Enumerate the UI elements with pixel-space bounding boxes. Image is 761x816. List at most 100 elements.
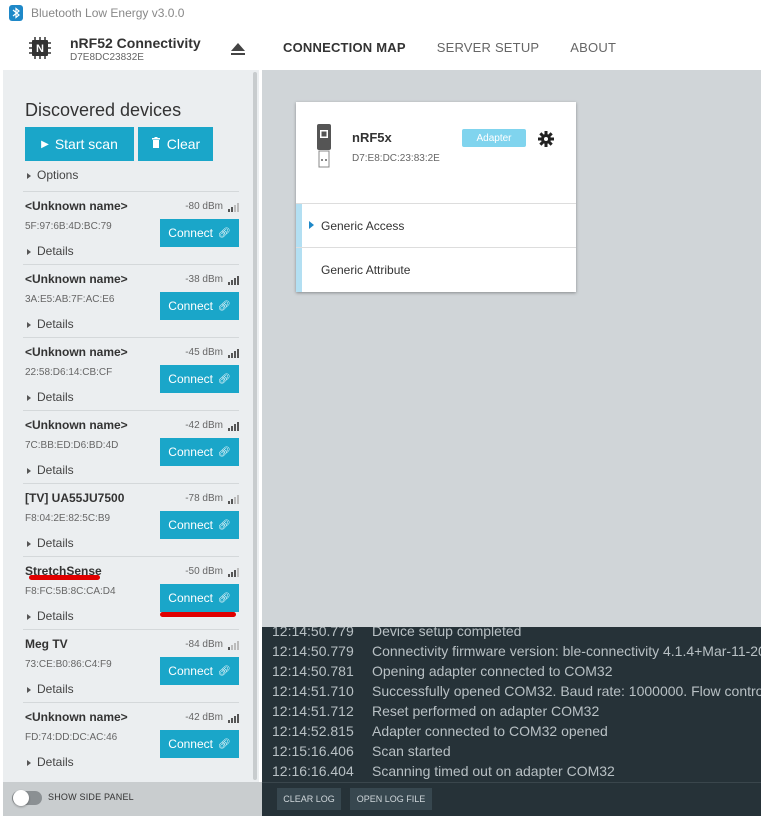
options-toggle[interactable]: Options xyxy=(27,168,78,182)
device-name: <Unknown name> xyxy=(25,418,128,432)
signal-strength-icon xyxy=(227,568,239,577)
connect-button[interactable]: Connect 🔗︎ xyxy=(160,657,239,685)
rssi-indicator: -42 dBm xyxy=(185,420,239,431)
signal-bar xyxy=(228,501,230,504)
device-name: <Unknown name> xyxy=(25,345,128,359)
details-toggle[interactable]: Details xyxy=(27,609,74,623)
title-bar: Bluetooth Low Energy v3.0.0 xyxy=(0,0,761,26)
adapter-card: nRF5x D7:E8:DC:23:83:2E Adapter Generic … xyxy=(296,102,576,292)
caret-right-icon xyxy=(27,540,31,547)
toggle-knob xyxy=(13,790,29,806)
caret-right-icon xyxy=(27,394,31,401)
clear-label: Clear xyxy=(166,136,201,152)
log-entry: 12:14:51.712 Reset performed on adapter C… xyxy=(272,703,599,719)
rssi-indicator: -42 dBm xyxy=(185,712,239,723)
open-log-file-button[interactable]: OPEN LOG FILE xyxy=(350,788,432,810)
connect-button[interactable]: Connect 🔗︎ xyxy=(160,219,239,247)
log-entry: 12:14:52.815 Adapter connected to COM32 o… xyxy=(272,723,608,739)
link-icon: 🔗︎ xyxy=(218,446,231,458)
details-label: Details xyxy=(37,609,74,623)
log-timestamp: 12:14:50.781 xyxy=(272,663,354,679)
log-message: Opening adapter connected to COM32 xyxy=(372,663,613,679)
device-item: <Unknown name> 3A:E5:AB:7F:AC:E6 -38 dBm Co… xyxy=(23,264,239,337)
signal-bar xyxy=(231,280,233,285)
tab-connection-map[interactable]: CONNECTION MAP xyxy=(283,40,406,55)
connection-map: nRF5x D7:E8:DC:23:83:2E Adapter Generic … xyxy=(262,70,761,627)
device-item: [TV] UA55JU7500 F8:04:2E:82:5C:B9 -78 dBm C… xyxy=(23,483,239,556)
connect-label: Connect xyxy=(168,226,213,240)
signal-bar xyxy=(231,718,233,723)
details-toggle[interactable]: Details xyxy=(27,755,74,769)
details-toggle[interactable]: Details xyxy=(27,390,74,404)
start-scan-button[interactable]: ▶ Start scan xyxy=(25,127,134,161)
connect-button[interactable]: Connect 🔗︎ xyxy=(160,511,239,539)
details-toggle[interactable]: Details xyxy=(27,317,74,331)
tab-about[interactable]: ABOUT xyxy=(570,40,616,55)
signal-bar xyxy=(231,353,233,358)
log-message: Device setup completed xyxy=(372,627,522,639)
device-address: 22:58:D6:14:CB:CF xyxy=(25,367,113,378)
device-item: Meg TV 73:CE:B0:86:C4:F9 -84 dBm Connect 🔗︎ D… xyxy=(23,629,239,702)
options-label: Options xyxy=(37,168,79,182)
signal-bar xyxy=(228,647,230,650)
signal-bar xyxy=(234,278,236,285)
link-icon: 🔗︎ xyxy=(218,592,231,604)
link-icon: 🔗︎ xyxy=(218,300,231,312)
window-title: Bluetooth Low Energy v3.0.0 xyxy=(31,6,185,20)
connect-button[interactable]: Connect 🔗︎ xyxy=(160,730,239,758)
rssi-indicator: -45 dBm xyxy=(185,347,239,358)
log-panel: 12:14:50.779 Device setup completed 12:14:… xyxy=(262,627,761,782)
details-toggle[interactable]: Details xyxy=(27,463,74,477)
play-icon: ▶ xyxy=(41,138,49,150)
clear-log-button[interactable]: CLEAR LOG xyxy=(277,788,341,810)
rssi-indicator: -50 dBm xyxy=(185,566,239,577)
log-timestamp: 12:14:52.815 xyxy=(272,723,354,739)
side-panel-toggle[interactable] xyxy=(12,790,42,806)
details-label: Details xyxy=(37,317,74,331)
service-label: Generic Access xyxy=(321,219,405,233)
device-item: StretchSense F8:FC:5B:8C:CA:D4 -50 dBm Conn… xyxy=(23,556,239,629)
caret-right-icon xyxy=(27,172,31,179)
caret-right-icon xyxy=(27,759,31,766)
trash-icon xyxy=(151,137,161,151)
rssi-value: -42 dBm xyxy=(185,420,223,431)
connect-button[interactable]: Connect 🔗︎ xyxy=(160,292,239,320)
sidebar-scrollbar[interactable] xyxy=(253,72,257,780)
svg-text:N: N xyxy=(36,43,44,55)
signal-bar xyxy=(234,424,236,431)
device-name: <Unknown name> xyxy=(25,199,128,213)
device-name: Meg TV xyxy=(25,637,68,651)
clear-button[interactable]: Clear xyxy=(138,127,213,161)
device-name: [TV] UA55JU7500 xyxy=(25,491,125,505)
signal-bar xyxy=(228,574,230,577)
adapter-name[interactable]: nRF52 Connectivity xyxy=(70,35,201,51)
rssi-indicator: -84 dBm xyxy=(185,639,239,650)
connect-button[interactable]: Connect 🔗︎ xyxy=(160,438,239,466)
bluetooth-icon xyxy=(9,5,23,21)
signal-bar xyxy=(234,497,236,504)
log-entry: 12:16:16.404 Scanning timed out on adapte… xyxy=(272,763,615,779)
details-toggle[interactable]: Details xyxy=(27,682,74,696)
device-address: FD:74:DD:DC:AC:46 xyxy=(25,732,118,743)
log-footer: CLEAR LOG OPEN LOG FILE xyxy=(262,782,761,816)
log-timestamp: 12:16:16.404 xyxy=(272,763,354,779)
rssi-indicator: -78 dBm xyxy=(185,493,239,504)
tab-server-setup[interactable]: SERVER SETUP xyxy=(437,40,540,55)
caret-right-icon xyxy=(309,221,314,229)
service-generic-access[interactable]: Generic Access xyxy=(296,203,576,248)
details-toggle[interactable]: Details xyxy=(27,536,74,550)
connect-button[interactable]: Connect 🔗︎ xyxy=(160,365,239,393)
details-toggle[interactable]: Details xyxy=(27,244,74,258)
connect-button[interactable]: Connect 🔗︎ xyxy=(160,584,239,612)
show-side-panel-label: SHOW SIDE PANEL xyxy=(48,792,134,802)
device-item: <Unknown name> FD:74:DD:DC:AC:46 -42 dBm Co… xyxy=(23,702,239,775)
gear-icon[interactable] xyxy=(538,131,554,147)
eject-icon[interactable] xyxy=(230,42,246,56)
log-message: Connectivity firmware version: ble-conne… xyxy=(372,643,761,659)
details-label: Details xyxy=(37,463,74,477)
log-timestamp: 12:14:50.779 xyxy=(272,643,354,659)
service-generic-attribute[interactable]: Generic Attribute xyxy=(296,247,576,292)
device-name: <Unknown name> xyxy=(25,710,128,724)
link-icon: 🔗︎ xyxy=(218,665,231,677)
link-icon: 🔗︎ xyxy=(218,373,231,385)
